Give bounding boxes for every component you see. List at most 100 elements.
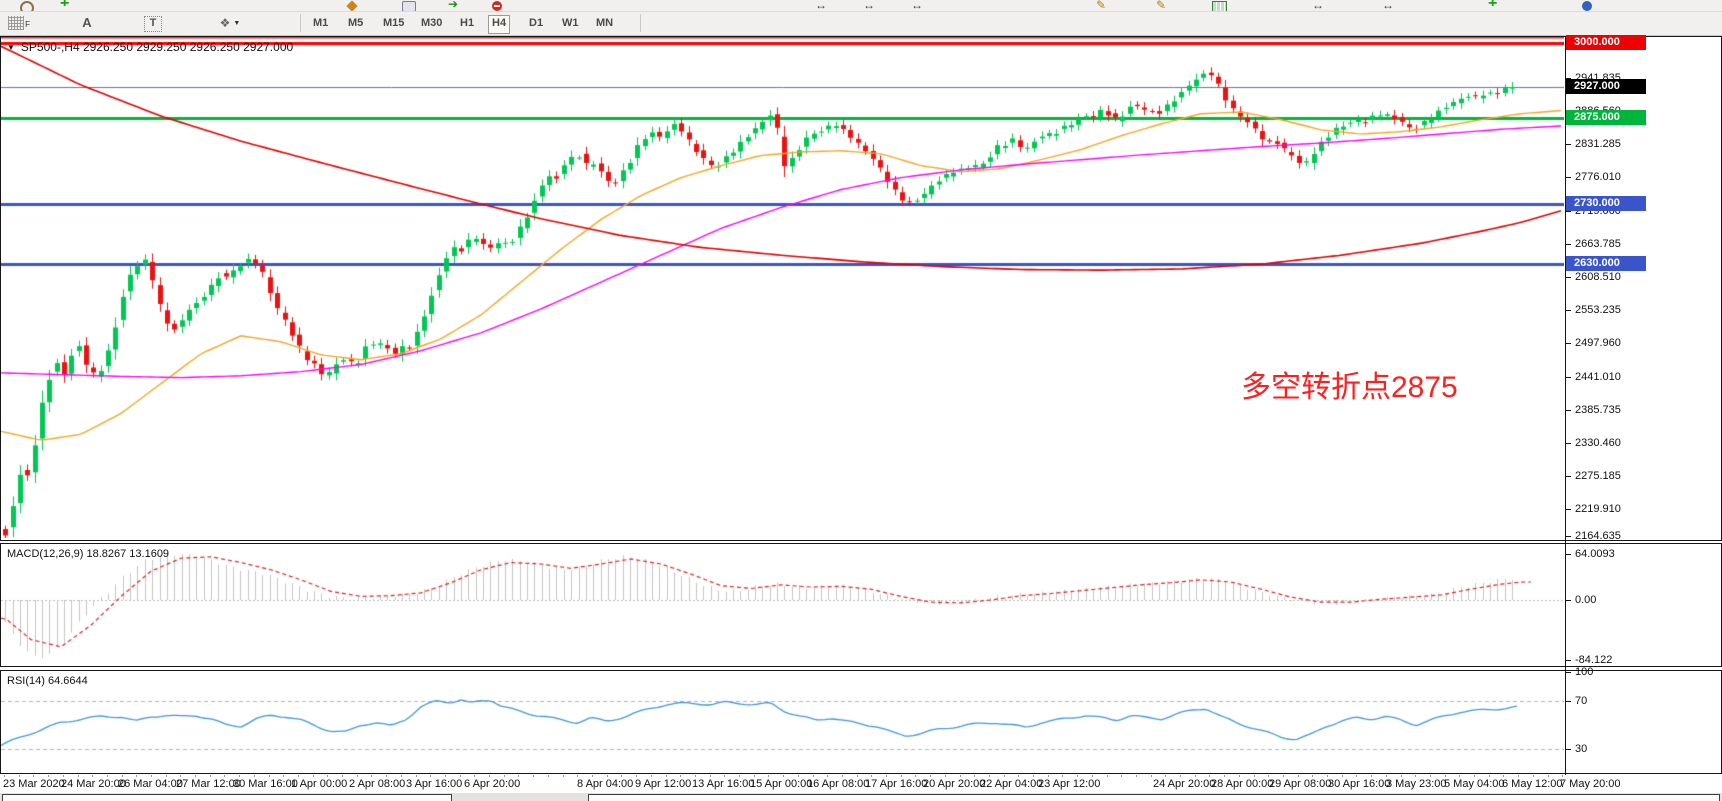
- zoom-icon[interactable]: [20, 1, 34, 12]
- time-tick-mark: [651, 775, 652, 777]
- time-tick-mark: [1033, 775, 1034, 777]
- time-tick-mark: [695, 775, 696, 777]
- axis-tick-mark: [1566, 343, 1571, 344]
- run-icon[interactable]: ➔: [448, 0, 458, 8]
- toolbar-separator: [640, 14, 641, 32]
- time-tick-mark: [386, 775, 387, 777]
- info-icon[interactable]: [1582, 1, 1592, 11]
- time-tick-mark: [901, 775, 902, 777]
- timeframe-button-h1[interactable]: H1: [457, 15, 477, 32]
- bottom-tab[interactable]: [2, 794, 452, 801]
- time-tick-mark: [19, 775, 20, 777]
- time-tick-mark: [1533, 775, 1534, 777]
- add-indicator-icon[interactable]: +: [1488, 0, 1497, 6]
- bar-spacing-icon[interactable]: ↔: [1382, 0, 1394, 9]
- timeframe-button-h4[interactable]: H4: [488, 15, 510, 34]
- timeframe-button-d1[interactable]: D1: [526, 15, 546, 32]
- time-tick-mark: [827, 775, 828, 777]
- time-tick-mark: [342, 775, 343, 777]
- timeframe-button-m1[interactable]: M1: [310, 15, 331, 32]
- time-tick-mark: [1459, 775, 1460, 777]
- ornament-icon[interactable]: [346, 0, 357, 11]
- timeframe-button-m30[interactable]: M30: [418, 15, 445, 32]
- pencil-icon[interactable]: ✎: [1096, 0, 1106, 9]
- rsi-axis-label: 70: [1575, 695, 1587, 707]
- time-tick-mark: [1415, 775, 1416, 777]
- price-level-badge: 2875.000: [1566, 110, 1646, 125]
- axis-tick-mark: [1566, 443, 1571, 444]
- time-tick-mark: [224, 775, 225, 777]
- time-tick-mark: [107, 775, 108, 777]
- time-axis-label: 24 Apr 20:00: [1153, 778, 1215, 790]
- axis-tick-mark: [1566, 600, 1571, 601]
- time-tick-mark: [724, 775, 725, 777]
- time-tick-mark: [1298, 775, 1299, 777]
- time-tick-mark: [489, 775, 490, 777]
- timeframe-button-m5[interactable]: M5: [345, 15, 366, 32]
- time-tick-mark: [739, 775, 740, 777]
- new-add-icon[interactable]: +: [60, 0, 69, 6]
- time-tick-mark: [327, 775, 328, 777]
- axis-tick-mark: [1566, 554, 1571, 555]
- bar-spacing-icon[interactable]: ↔: [1312, 0, 1324, 9]
- time-axis-label: 29 Apr 08:00: [1269, 778, 1331, 790]
- time-axis-label: 23 Apr 12:00: [1038, 778, 1100, 790]
- pencil-edit-icon[interactable]: ✎: [1156, 0, 1166, 9]
- axis-tick-mark: [1566, 536, 1571, 537]
- rsi-panel[interactable]: RSI(14) 64.6644: [0, 670, 1722, 774]
- freehand-grid-tool-icon[interactable]: F: [8, 16, 24, 30]
- price-axis-label: 2663.785: [1575, 238, 1621, 250]
- time-tick-mark: [960, 775, 961, 777]
- time-tick-mark: [1503, 775, 1504, 777]
- time-tick-mark: [1209, 775, 1210, 777]
- toolbar-second-row: F A T ❖▼ M1 M5 M15 M30 H1 H4 D1 W1 MN: [0, 12, 1722, 36]
- price-axis-label: 2330.460: [1575, 437, 1621, 449]
- time-axis-label: 13 Apr 16:00: [692, 778, 754, 790]
- table-icon[interactable]: [1212, 1, 1227, 12]
- rsi-canvas[interactable]: [1, 671, 1564, 771]
- time-tick-mark: [504, 775, 505, 777]
- bottom-tab[interactable]: [588, 794, 1720, 801]
- time-tick-mark: [1562, 775, 1563, 777]
- price-level-badge: 2730.000: [1566, 196, 1646, 211]
- time-tick-mark: [357, 775, 358, 777]
- time-tick-mark: [254, 775, 255, 777]
- macd-canvas[interactable]: [1, 544, 1564, 664]
- macd-panel[interactable]: MACD(12,26,9) 18.8267 13.1609: [0, 543, 1722, 667]
- time-tick-mark: [710, 775, 711, 777]
- text-box-tool-icon[interactable]: T: [144, 16, 162, 32]
- stop-icon[interactable]: [492, 1, 502, 11]
- axis-tick-mark: [1566, 476, 1571, 477]
- text-annotation-tool-icon[interactable]: A: [78, 14, 96, 32]
- time-tick-mark: [1356, 775, 1357, 777]
- document-icon[interactable]: [402, 1, 416, 12]
- bar-spacing-icon[interactable]: ↔: [815, 0, 827, 9]
- timeframe-button-mn[interactable]: MN: [593, 15, 616, 32]
- timeframe-button-w1[interactable]: W1: [559, 15, 582, 32]
- timeframe-button-m15[interactable]: M15: [380, 15, 407, 32]
- bar-spacing-icon[interactable]: ↔: [911, 0, 923, 9]
- time-tick-mark: [871, 775, 872, 777]
- time-tick-mark: [1092, 775, 1093, 777]
- time-tick-mark: [1048, 775, 1049, 777]
- time-axis-label: 27 Mar 12:00: [176, 778, 241, 790]
- annotation-text: 多空转折点2875: [1241, 362, 1458, 406]
- time-axis-label: 6 May 12:00: [1502, 778, 1563, 790]
- time-tick-mark: [210, 775, 211, 777]
- toolbar-separator: [300, 14, 301, 32]
- bar-spacing-icon[interactable]: ↔: [863, 0, 875, 9]
- time-tick-mark: [1371, 775, 1372, 777]
- time-axis-label: 30 Mar 16:00: [233, 778, 298, 790]
- time-tick-mark: [445, 775, 446, 777]
- macd-label: MACD(12,26,9) 18.8267 13.1609: [7, 548, 169, 560]
- macd-axis-label: 64.0093: [1575, 548, 1615, 560]
- arrow-objects-tool-icon[interactable]: ❖▼: [210, 14, 250, 32]
- time-tick-mark: [915, 775, 916, 777]
- price-chart-panel[interactable]: ▼SP500-,H4 2926.250 2929.250 2926.250 29…: [0, 36, 1722, 541]
- price-chart-canvas[interactable]: [1, 37, 1564, 538]
- time-tick-mark: [136, 775, 137, 777]
- time-axis[interactable]: 23 Mar 202024 Mar 20:0026 Mar 04:0027 Ma…: [0, 775, 1722, 793]
- collapse-triangle-icon[interactable]: ▼: [7, 43, 15, 52]
- time-axis-label: 9 Apr 12:00: [635, 778, 691, 790]
- axis-tick-mark: [1566, 509, 1571, 510]
